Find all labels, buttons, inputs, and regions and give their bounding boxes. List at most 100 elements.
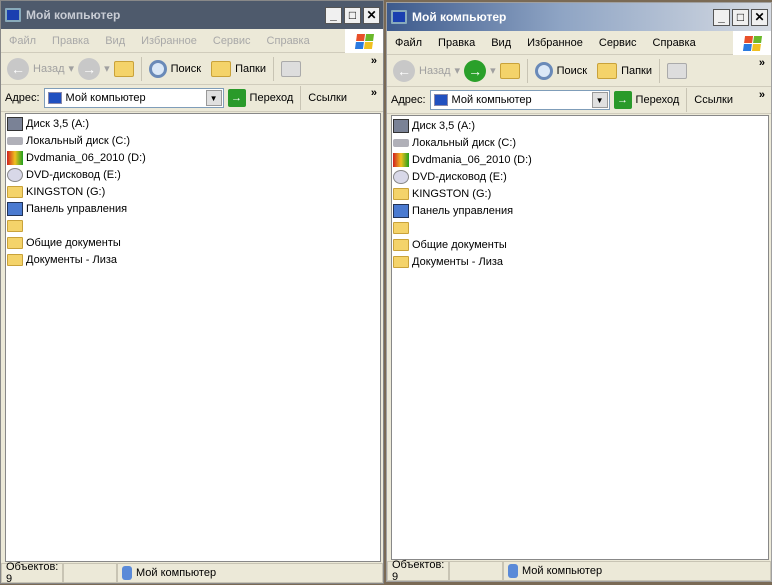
address-bar: Адрес: Мой компьютер ▼ → Переход Ссылки » bbox=[387, 87, 771, 114]
menu-item[interactable]: Сервис bbox=[205, 35, 259, 47]
status-location: Мой компьютер bbox=[117, 563, 383, 583]
back-dropdown-icon[interactable]: ▾ bbox=[455, 64, 461, 77]
go-arrow-icon[interactable]: → bbox=[613, 91, 632, 109]
search-button[interactable]: Поиск bbox=[557, 65, 587, 77]
list-item[interactable]: Локальный диск (C:) bbox=[6, 132, 380, 149]
folder-icon bbox=[393, 238, 409, 251]
list-item[interactable]: Общие документы bbox=[392, 236, 768, 253]
menu-item[interactable]: Правка bbox=[430, 37, 483, 49]
up-folder-icon[interactable] bbox=[499, 62, 520, 79]
toolbar-more-button[interactable]: » bbox=[371, 55, 377, 67]
address-input[interactable]: Мой компьютер ▼ bbox=[43, 88, 224, 108]
list-item[interactable]: Dvdmania_06_2010 (D:) bbox=[392, 151, 768, 168]
links-more-button[interactable]: » bbox=[759, 89, 765, 101]
back-button[interactable]: Назад bbox=[419, 65, 451, 77]
menu-item[interactable]: Файл bbox=[387, 37, 430, 49]
list-item[interactable]: Dvdmania_06_2010 (D:) bbox=[6, 149, 380, 166]
links-more-button[interactable]: » bbox=[371, 87, 377, 99]
maximize-button[interactable]: □ bbox=[732, 8, 749, 26]
windows-logo-icon bbox=[345, 29, 383, 53]
menu-item[interactable]: Сервис bbox=[591, 37, 645, 49]
back-arrow-icon[interactable]: ← bbox=[7, 57, 29, 80]
close-button[interactable]: ✕ bbox=[751, 8, 768, 26]
close-button[interactable]: ✕ bbox=[363, 6, 380, 24]
item-label: KINGSTON (G:) bbox=[26, 185, 106, 198]
explorer-window-inactive[interactable]: Мой компьютер _ □ ✕ Файл Правка Вид Избранное… bbox=[0, 0, 384, 585]
item-label: Локальный диск (C:) bbox=[412, 136, 517, 149]
views-icon[interactable] bbox=[281, 60, 302, 77]
address-input[interactable]: Мой компьютер ▼ bbox=[429, 90, 610, 110]
folders-button[interactable]: Папки bbox=[235, 63, 266, 75]
menu-item[interactable]: Избранное bbox=[519, 37, 591, 49]
maximize-button[interactable]: □ bbox=[344, 6, 361, 24]
list-item[interactable]: Диск 3,5 (A:) bbox=[392, 117, 768, 134]
status-empty bbox=[63, 563, 117, 583]
folders-button[interactable]: Папки bbox=[621, 65, 652, 77]
back-button[interactable]: Назад bbox=[33, 63, 65, 75]
item-label: Общие документы bbox=[412, 238, 507, 251]
minimize-button[interactable]: _ bbox=[713, 8, 730, 26]
forward-button[interactable]: → bbox=[78, 57, 101, 80]
address-dropdown-button[interactable]: ▼ bbox=[591, 92, 608, 108]
list-item[interactable]: Панель управления bbox=[6, 200, 380, 217]
list-item[interactable]: KINGSTON (G:) bbox=[6, 183, 380, 200]
list-item[interactable]: KINGSTON (G:) bbox=[392, 185, 768, 202]
forward-dropdown-icon[interactable]: ▾ bbox=[490, 64, 496, 77]
toolbar-more-button[interactable]: » bbox=[759, 57, 765, 69]
list-item[interactable]: Общие документы bbox=[6, 234, 380, 251]
list-item[interactable]: Документы - Лиза bbox=[6, 251, 380, 268]
list-item[interactable]: DVD-дисковод (E:) bbox=[392, 168, 768, 185]
list-item[interactable] bbox=[392, 219, 768, 236]
dvd-drive-icon bbox=[393, 169, 409, 184]
menu-item[interactable]: Избранное bbox=[133, 35, 205, 47]
back-dropdown-icon[interactable]: ▾ bbox=[69, 62, 75, 75]
up-folder-icon[interactable] bbox=[113, 60, 134, 77]
my-computer-icon bbox=[391, 10, 407, 24]
menu-item[interactable]: Файл bbox=[1, 35, 44, 47]
computer-zone-icon bbox=[122, 566, 132, 580]
item-label: Dvdmania_06_2010 (D:) bbox=[26, 151, 146, 164]
forward-button[interactable]: → bbox=[464, 59, 487, 82]
go-arrow-icon[interactable]: → bbox=[227, 89, 246, 107]
separator bbox=[659, 58, 661, 83]
item-label: Диск 3,5 (A:) bbox=[412, 119, 476, 132]
list-item[interactable]: DVD-дисковод (E:) bbox=[6, 166, 380, 183]
list-item[interactable]: Панель управления bbox=[392, 202, 768, 219]
go-button[interactable]: Переход bbox=[250, 92, 294, 104]
file-list[interactable]: Диск 3,5 (A:) Локальный диск (C:) Dvdmania… bbox=[391, 115, 769, 560]
views-icon[interactable] bbox=[667, 62, 688, 79]
menu-item[interactable]: Вид bbox=[483, 37, 519, 49]
title-bar[interactable]: Мой компьютер _ □ ✕ bbox=[1, 1, 383, 29]
floppy-drive-icon bbox=[393, 118, 409, 133]
toolbar: ← Назад ▾ → ▾ Поиск Папки » bbox=[1, 53, 383, 85]
menu-item[interactable]: Правка bbox=[44, 35, 97, 47]
item-label: Документы - Лиза bbox=[412, 255, 504, 268]
list-item[interactable] bbox=[6, 217, 380, 234]
search-icon[interactable] bbox=[534, 61, 553, 80]
links-button[interactable]: Ссылки bbox=[694, 94, 733, 106]
folder-icon bbox=[7, 253, 23, 266]
list-item[interactable]: Локальный диск (C:) bbox=[392, 134, 768, 151]
status-bar: Объектов: 9 Мой компьютер bbox=[387, 559, 771, 583]
menu-item[interactable]: Справка bbox=[645, 37, 704, 49]
folder-icon bbox=[393, 221, 409, 234]
folders-icon[interactable] bbox=[211, 60, 232, 77]
forward-dropdown-icon[interactable]: ▾ bbox=[104, 62, 110, 75]
links-button[interactable]: Ссылки bbox=[308, 92, 347, 104]
folders-icon[interactable] bbox=[597, 62, 618, 79]
minimize-button[interactable]: _ bbox=[325, 6, 342, 24]
list-item[interactable]: Диск 3,5 (A:) bbox=[6, 115, 380, 132]
menu-item[interactable]: Вид bbox=[97, 35, 133, 47]
file-list[interactable]: Диск 3,5 (A:) Локальный диск (C:) Dvdmania… bbox=[5, 113, 381, 562]
search-icon[interactable] bbox=[148, 59, 167, 78]
search-button[interactable]: Поиск bbox=[171, 63, 201, 75]
go-button[interactable]: Переход bbox=[636, 94, 680, 106]
back-arrow-icon[interactable]: ← bbox=[393, 59, 415, 82]
explorer-window-active[interactable]: Мой компьютер _ □ ✕ Файл Правка Вид Избранное… bbox=[386, 2, 772, 583]
address-dropdown-button[interactable]: ▼ bbox=[205, 90, 222, 106]
menu-item[interactable]: Справка bbox=[259, 35, 318, 47]
item-label: Документы - Лиза bbox=[26, 253, 118, 266]
title-bar[interactable]: Мой компьютер _ □ ✕ bbox=[387, 3, 771, 31]
control-panel-icon bbox=[393, 203, 409, 218]
list-item[interactable]: Документы - Лиза bbox=[392, 253, 768, 270]
